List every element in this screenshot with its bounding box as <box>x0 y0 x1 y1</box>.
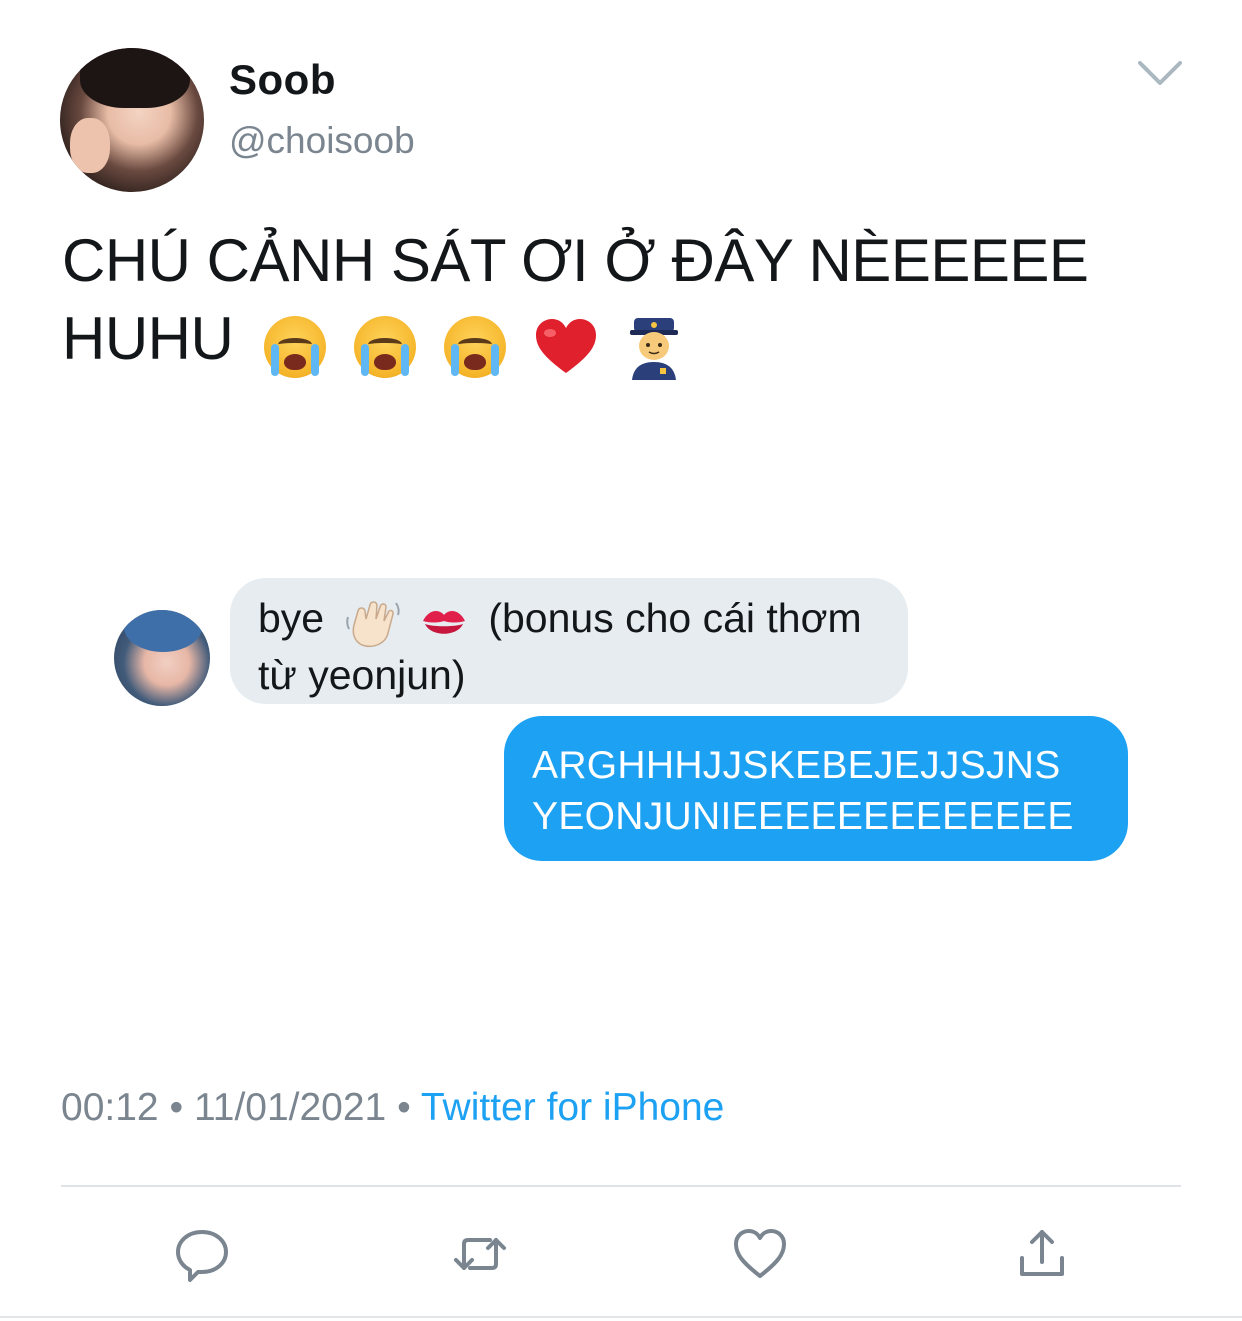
dm-avatar-hair <box>124 610 202 652</box>
kiss-mark-icon <box>422 610 465 634</box>
tweet-text-line2-wrap: HUHU <box>62 300 1192 382</box>
avatar-hair <box>80 48 190 108</box>
tweet-source-link[interactable]: Twitter for iPhone <box>421 1086 724 1129</box>
sent-message-line1: ARGHHHJJSKEBEJEJJSJNS <box>532 744 1061 787</box>
tweet-text-line1: CHÚ CẢNH SÁT ƠI Ở ĐÂY NÈEEEEE <box>62 227 1089 294</box>
meta-separator: • <box>397 1086 411 1129</box>
sent-message-line2: YEONJUNIEEEEEEEEEEEEE <box>532 795 1074 838</box>
received-message-line1: bye (bonus cho cái thơm <box>258 592 880 649</box>
received-message-text-after: (bonus cho cái thơm <box>488 595 862 641</box>
sent-message-bubble: ARGHHHJJSKEBEJEJJSJNS YEONJUNIEEEEEEEEEE… <box>504 716 1128 861</box>
tweet-meta: 00:12 • 11/01/2021 • Twitter for iPhone <box>61 1086 724 1130</box>
received-message-text-before: bye <box>258 595 325 641</box>
tweet-text-line2: HUHU <box>62 305 234 372</box>
avatar-hand <box>70 118 110 173</box>
loudly-crying-face-icon <box>353 316 416 379</box>
tweet-text: CHÚ CẢNH SÁT ƠI Ở ĐÂY NÈEEEEE HUHU <box>62 222 1192 382</box>
share-icon[interactable] <box>1012 1224 1072 1284</box>
user-handle[interactable]: @choisoob <box>229 120 415 162</box>
retweet-icon[interactable] <box>450 1224 510 1284</box>
bottom-border <box>0 1316 1242 1318</box>
tweet-time[interactable]: 00:12 <box>61 1086 159 1129</box>
action-divider <box>61 1185 1181 1187</box>
display-name[interactable]: Soob <box>229 56 336 104</box>
loudly-crying-face-icon <box>443 316 506 379</box>
loudly-crying-face-icon <box>263 316 326 379</box>
tweet-emojis <box>263 304 695 382</box>
received-message-bubble: bye (bonus cho cái thơm từ yeonjun) <box>230 578 908 704</box>
waving-hand-icon <box>345 601 400 647</box>
received-message-emojis <box>344 594 469 649</box>
red-heart-icon <box>536 319 597 374</box>
received-message-line2: từ yeonjun) <box>258 651 466 698</box>
police-officer-icon <box>630 318 679 381</box>
profile-avatar[interactable] <box>60 48 204 192</box>
meta-separator: • <box>169 1086 184 1129</box>
reply-icon[interactable] <box>172 1224 232 1284</box>
chevron-down-icon[interactable] <box>1136 55 1184 91</box>
like-heart-icon[interactable] <box>730 1224 790 1284</box>
dm-sender-avatar <box>114 610 210 706</box>
tweet-date[interactable]: 11/01/2021 <box>194 1086 386 1129</box>
